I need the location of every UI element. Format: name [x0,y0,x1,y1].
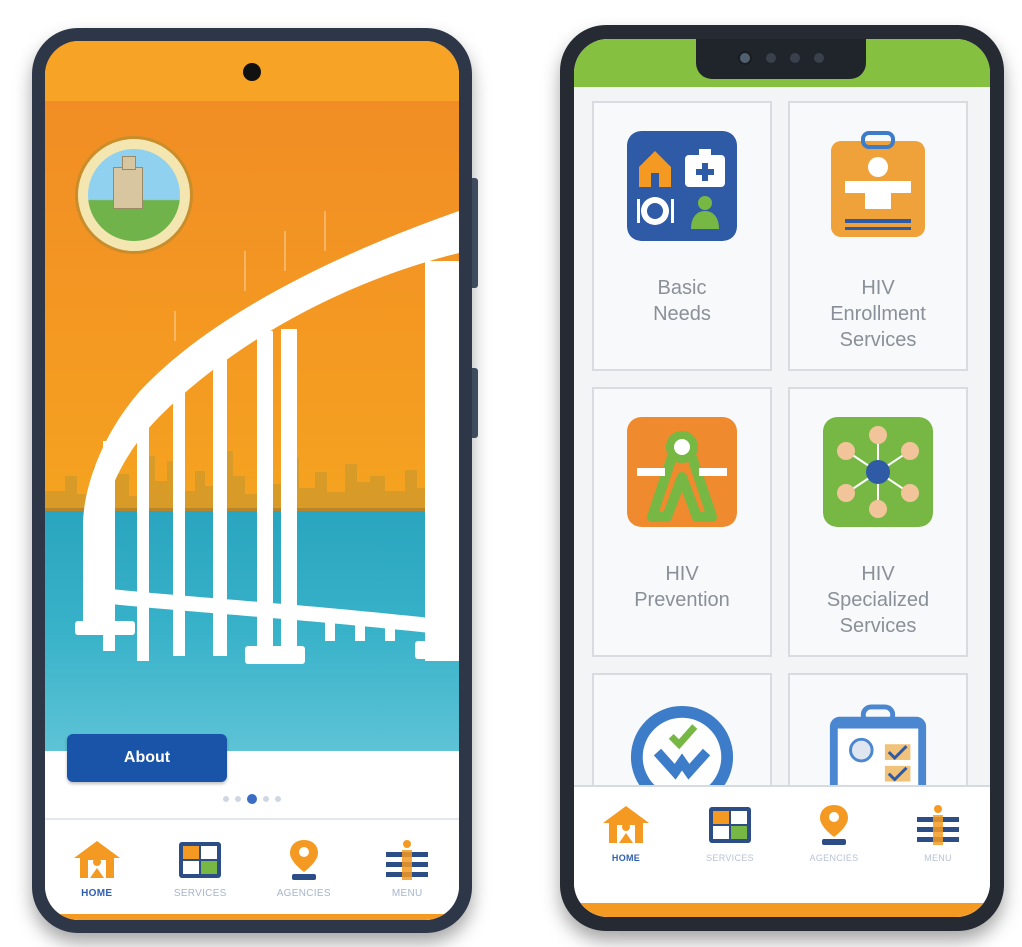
services-screen: Basic Needs HIV Enrollment Services HIV … [574,39,990,917]
carousel-dot-active[interactable] [247,794,257,804]
sensor-icon [766,53,776,63]
carousel-dot[interactable] [275,796,281,802]
home-screen: About HOME SERVICES AGENCIES MENU [45,41,459,920]
tab-label: AGENCIES [276,888,331,899]
camera-icon [243,63,261,81]
tab-home[interactable]: HOME [574,803,678,863]
bottom-accent-bar [574,903,990,917]
services-icon [179,842,222,878]
services-grid: Basic Needs HIV Enrollment Services HIV … [592,101,972,813]
bottom-tab-bar: HOME SERVICES AGENCIES MENU [45,818,459,920]
tab-services[interactable]: SERVICES [678,803,782,863]
volume-button [472,178,478,288]
tab-label: HOME [81,888,113,899]
service-card-label: Basic Needs [653,277,711,325]
power-button [472,368,478,438]
tab-label: MENU [391,888,423,899]
tab-label: SERVICES [706,853,754,863]
service-card-label: HIV Prevention [634,563,730,611]
phone-left: About HOME SERVICES AGENCIES MENU [32,28,478,933]
carousel-dot[interactable] [223,796,229,802]
menu-icon [917,805,959,845]
sensor-icon [814,53,824,63]
service-card-hiv-specialized[interactable]: HIV Specialized Services [788,387,968,657]
service-card-label: HIV Enrollment Services [830,277,926,351]
bottom-accent-bar [45,914,459,920]
house-icon [73,841,120,878]
sensor-icon [790,53,800,63]
phone-notch [696,39,866,79]
phone-right: Basic Needs HIV Enrollment Services HIV … [560,25,1004,931]
ribbon-person-icon [627,417,737,527]
network-people-icon [823,417,933,527]
service-card-hiv-prevention[interactable]: HIV Prevention [592,387,772,657]
service-card-label: HIV Specialized Services [826,563,930,637]
tab-home[interactable]: HOME [45,838,149,899]
clipboard-person-icon [831,131,925,237]
map-pin-icon [289,840,318,880]
map-pin-icon [820,805,848,845]
county-seal-logo [75,136,193,254]
about-button[interactable]: About [67,734,227,782]
services-icon [709,807,751,843]
tab-menu[interactable]: MENU [356,838,460,899]
service-card-basic-needs[interactable]: Basic Needs [592,101,772,371]
carousel-dot[interactable] [263,796,269,802]
coronado-bridge [75,211,459,664]
carousel-dot[interactable] [235,796,241,802]
tab-label: AGENCIES [809,853,859,863]
tab-label: MENU [924,853,952,863]
service-card-hiv-enrollment[interactable]: HIV Enrollment Services [788,101,968,371]
camera-icon [738,51,752,65]
tab-services[interactable]: SERVICES [149,838,253,899]
tab-menu[interactable]: MENU [886,803,990,863]
menu-icon [386,840,429,880]
basic-needs-icon [627,131,737,241]
house-icon [603,806,649,843]
tab-label: HOME [611,853,641,863]
bottom-tab-bar: HOME SERVICES AGENCIES MENU [574,785,990,917]
carousel-indicator[interactable] [45,794,459,804]
splash-illustration [45,41,459,751]
tab-agencies[interactable]: AGENCIES [252,838,356,899]
tab-label: SERVICES [173,888,227,899]
tab-agencies[interactable]: AGENCIES [782,803,886,863]
